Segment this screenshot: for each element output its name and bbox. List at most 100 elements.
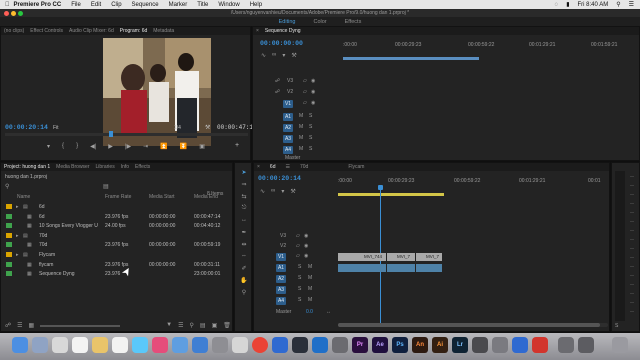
track-label[interactable]: A3 — [276, 286, 286, 294]
sync-lock-icon[interactable]: ▱ — [303, 89, 307, 95]
column-name[interactable]: Name — [17, 194, 30, 200]
sequence-ruler[interactable]: :00:00 00:00:29:23 00:00:59:22 00:01:29:… — [343, 42, 637, 50]
mute-icon[interactable]: M — [308, 264, 312, 270]
lock-icon[interactable]: ☍ — [275, 78, 280, 84]
track-select-tool-icon[interactable]: ⇒ — [239, 181, 249, 190]
fit-dropdown[interactable]: Fit — [53, 125, 59, 131]
video-clip[interactable]: MVI_744 — [338, 253, 386, 261]
premiere-pro-icon[interactable]: Pr — [352, 337, 368, 353]
close-tab-icon[interactable]: × — [256, 28, 259, 34]
menu-list-icon[interactable]: ☰ — [629, 1, 634, 8]
track-label[interactable]: V3 — [280, 233, 286, 239]
go-to-end-icon[interactable]: ↔ — [326, 309, 331, 315]
go-to-in-icon[interactable]: } — [76, 143, 78, 149]
column-media-end[interactable]: Media End — [194, 194, 218, 200]
mute-icon[interactable]: M — [308, 275, 312, 281]
ripple-edit-tool-icon[interactable]: ⇆ — [239, 193, 249, 202]
audio-clip[interactable] — [338, 264, 386, 272]
track-label[interactable]: Master — [276, 309, 291, 315]
track-label[interactable]: V1 — [283, 100, 293, 108]
rolling-edit-tool-icon[interactable]: ⎋ — [239, 205, 249, 214]
lock-icon[interactable]: ☍ — [275, 89, 280, 95]
track-label[interactable]: A2 — [276, 275, 286, 283]
mute-icon[interactable]: M — [299, 113, 303, 119]
project-item[interactable]: ▦ 6d 23.976 fps 00:00:00:00 00:00:47:14 — [1, 212, 233, 222]
tab-70d[interactable]: 70d — [300, 164, 308, 170]
mute-icon[interactable]: M — [299, 146, 303, 152]
track-label[interactable]: Master — [285, 155, 300, 161]
tab-sequence-dyng[interactable]: Sequence Dyng — [265, 28, 301, 34]
work-area-bar[interactable] — [343, 57, 479, 60]
folder-icon[interactable]: ▤ — [103, 183, 109, 190]
track-label[interactable]: A3 — [283, 135, 293, 143]
solo-icon[interactable]: S — [298, 275, 301, 281]
mark-out-icon[interactable]: { — [62, 143, 64, 149]
search-icon[interactable]: ⚲ — [616, 1, 620, 8]
close-window-button[interactable] — [4, 10, 9, 16]
settings-wrench-icon[interactable]: ⚒ — [291, 52, 296, 59]
step-back-icon[interactable]: ◀| — [90, 143, 96, 150]
tab-effect-controls[interactable]: Effect Controls — [30, 28, 63, 34]
label-color-chip[interactable] — [6, 242, 12, 248]
tab-metadata[interactable]: Metadata — [153, 28, 174, 34]
track-label[interactable]: A1 — [283, 113, 293, 121]
add-marker-icon[interactable]: ▾ — [282, 52, 285, 59]
finder-icon[interactable] — [12, 337, 28, 353]
label-color-chip[interactable] — [6, 261, 12, 267]
solo-icon[interactable]: S — [309, 135, 312, 141]
tab-audio-clip-mixer[interactable]: Audio Clip Mixer: 6d — [69, 28, 114, 34]
menu-window[interactable]: Window — [218, 2, 239, 8]
app-icon[interactable] — [332, 337, 348, 353]
settings-wrench-icon[interactable]: ⚒ — [290, 188, 295, 195]
zoom-slider[interactable] — [40, 325, 121, 327]
app-icon[interactable] — [292, 337, 308, 353]
program-timecode[interactable]: 00:00:20:14 — [5, 124, 48, 131]
new-bin-icon[interactable]: ▤ — [200, 322, 206, 330]
snap-icon[interactable]: ∿ — [261, 52, 266, 59]
sync-lock-icon[interactable]: ▱ — [296, 233, 300, 239]
project-item[interactable]: ▦ Sequence Dyng 23.976 23:00:00:01 — [1, 269, 233, 279]
sync-lock-icon[interactable]: ▱ — [296, 253, 300, 259]
track-label[interactable]: A4 — [283, 146, 293, 154]
label-color-chip[interactable] — [6, 252, 12, 257]
tab-project[interactable]: Project: huong dan 1 — [4, 164, 50, 170]
mute-icon[interactable]: M — [299, 124, 303, 130]
illustrator-icon[interactable]: Ai — [432, 337, 448, 353]
app-icon[interactable] — [512, 337, 528, 353]
messages-icon[interactable] — [132, 337, 148, 353]
after-effects-icon[interactable]: Ae — [372, 337, 388, 353]
project-search[interactable]: ⚲ ▤ — [5, 183, 231, 191]
track-label[interactable]: A4 — [276, 297, 286, 305]
workspace-tab-editing[interactable]: Editing — [279, 19, 296, 25]
tab-6d[interactable]: 6d — [270, 164, 276, 170]
sort-icon[interactable]: ▼ — [166, 322, 172, 330]
menu-file[interactable]: File — [71, 2, 81, 8]
menu-edit[interactable]: Edit — [91, 2, 101, 8]
menu-help[interactable]: Help — [250, 2, 262, 8]
project-item[interactable]: ▸ ▤ 70d — [1, 231, 233, 241]
rate-stretch-tool-icon[interactable]: ↔ — [239, 217, 249, 226]
lock-icon[interactable]: ☍ — [5, 322, 11, 330]
solo-icon[interactable]: S — [298, 264, 301, 270]
menu-clip[interactable]: Clip — [111, 2, 121, 8]
eye-icon[interactable]: ◉ — [304, 253, 308, 259]
label-color-chip[interactable] — [6, 232, 12, 238]
notes-icon[interactable] — [92, 337, 108, 353]
animate-icon[interactable]: An — [412, 337, 428, 353]
eye-icon[interactable]: ◉ — [304, 243, 308, 249]
downloads-folder-icon[interactable] — [558, 337, 574, 353]
play-icon[interactable]: ▶ — [108, 143, 113, 150]
sync-lock-icon[interactable]: ▱ — [303, 100, 307, 106]
app-menu[interactable]: Premiere Pro CC — [14, 2, 62, 8]
app-icon[interactable] — [312, 337, 328, 353]
solo-icon[interactable]: S — [309, 146, 312, 152]
tab-program[interactable]: Program: 6d — [120, 28, 148, 34]
audio-clip[interactable] — [416, 264, 442, 272]
master-volume[interactable]: 0.0 — [306, 309, 313, 315]
trash-icon[interactable] — [612, 337, 628, 353]
minimize-window-button[interactable] — [11, 10, 16, 16]
menu-sequence[interactable]: Sequence — [132, 2, 159, 8]
chrome-icon[interactable] — [252, 337, 268, 353]
project-item[interactable]: ▦ 70d 23.976 fps 00:00:00:00 00:00:59:19 — [1, 240, 233, 250]
system-preferences-icon[interactable] — [212, 337, 228, 353]
